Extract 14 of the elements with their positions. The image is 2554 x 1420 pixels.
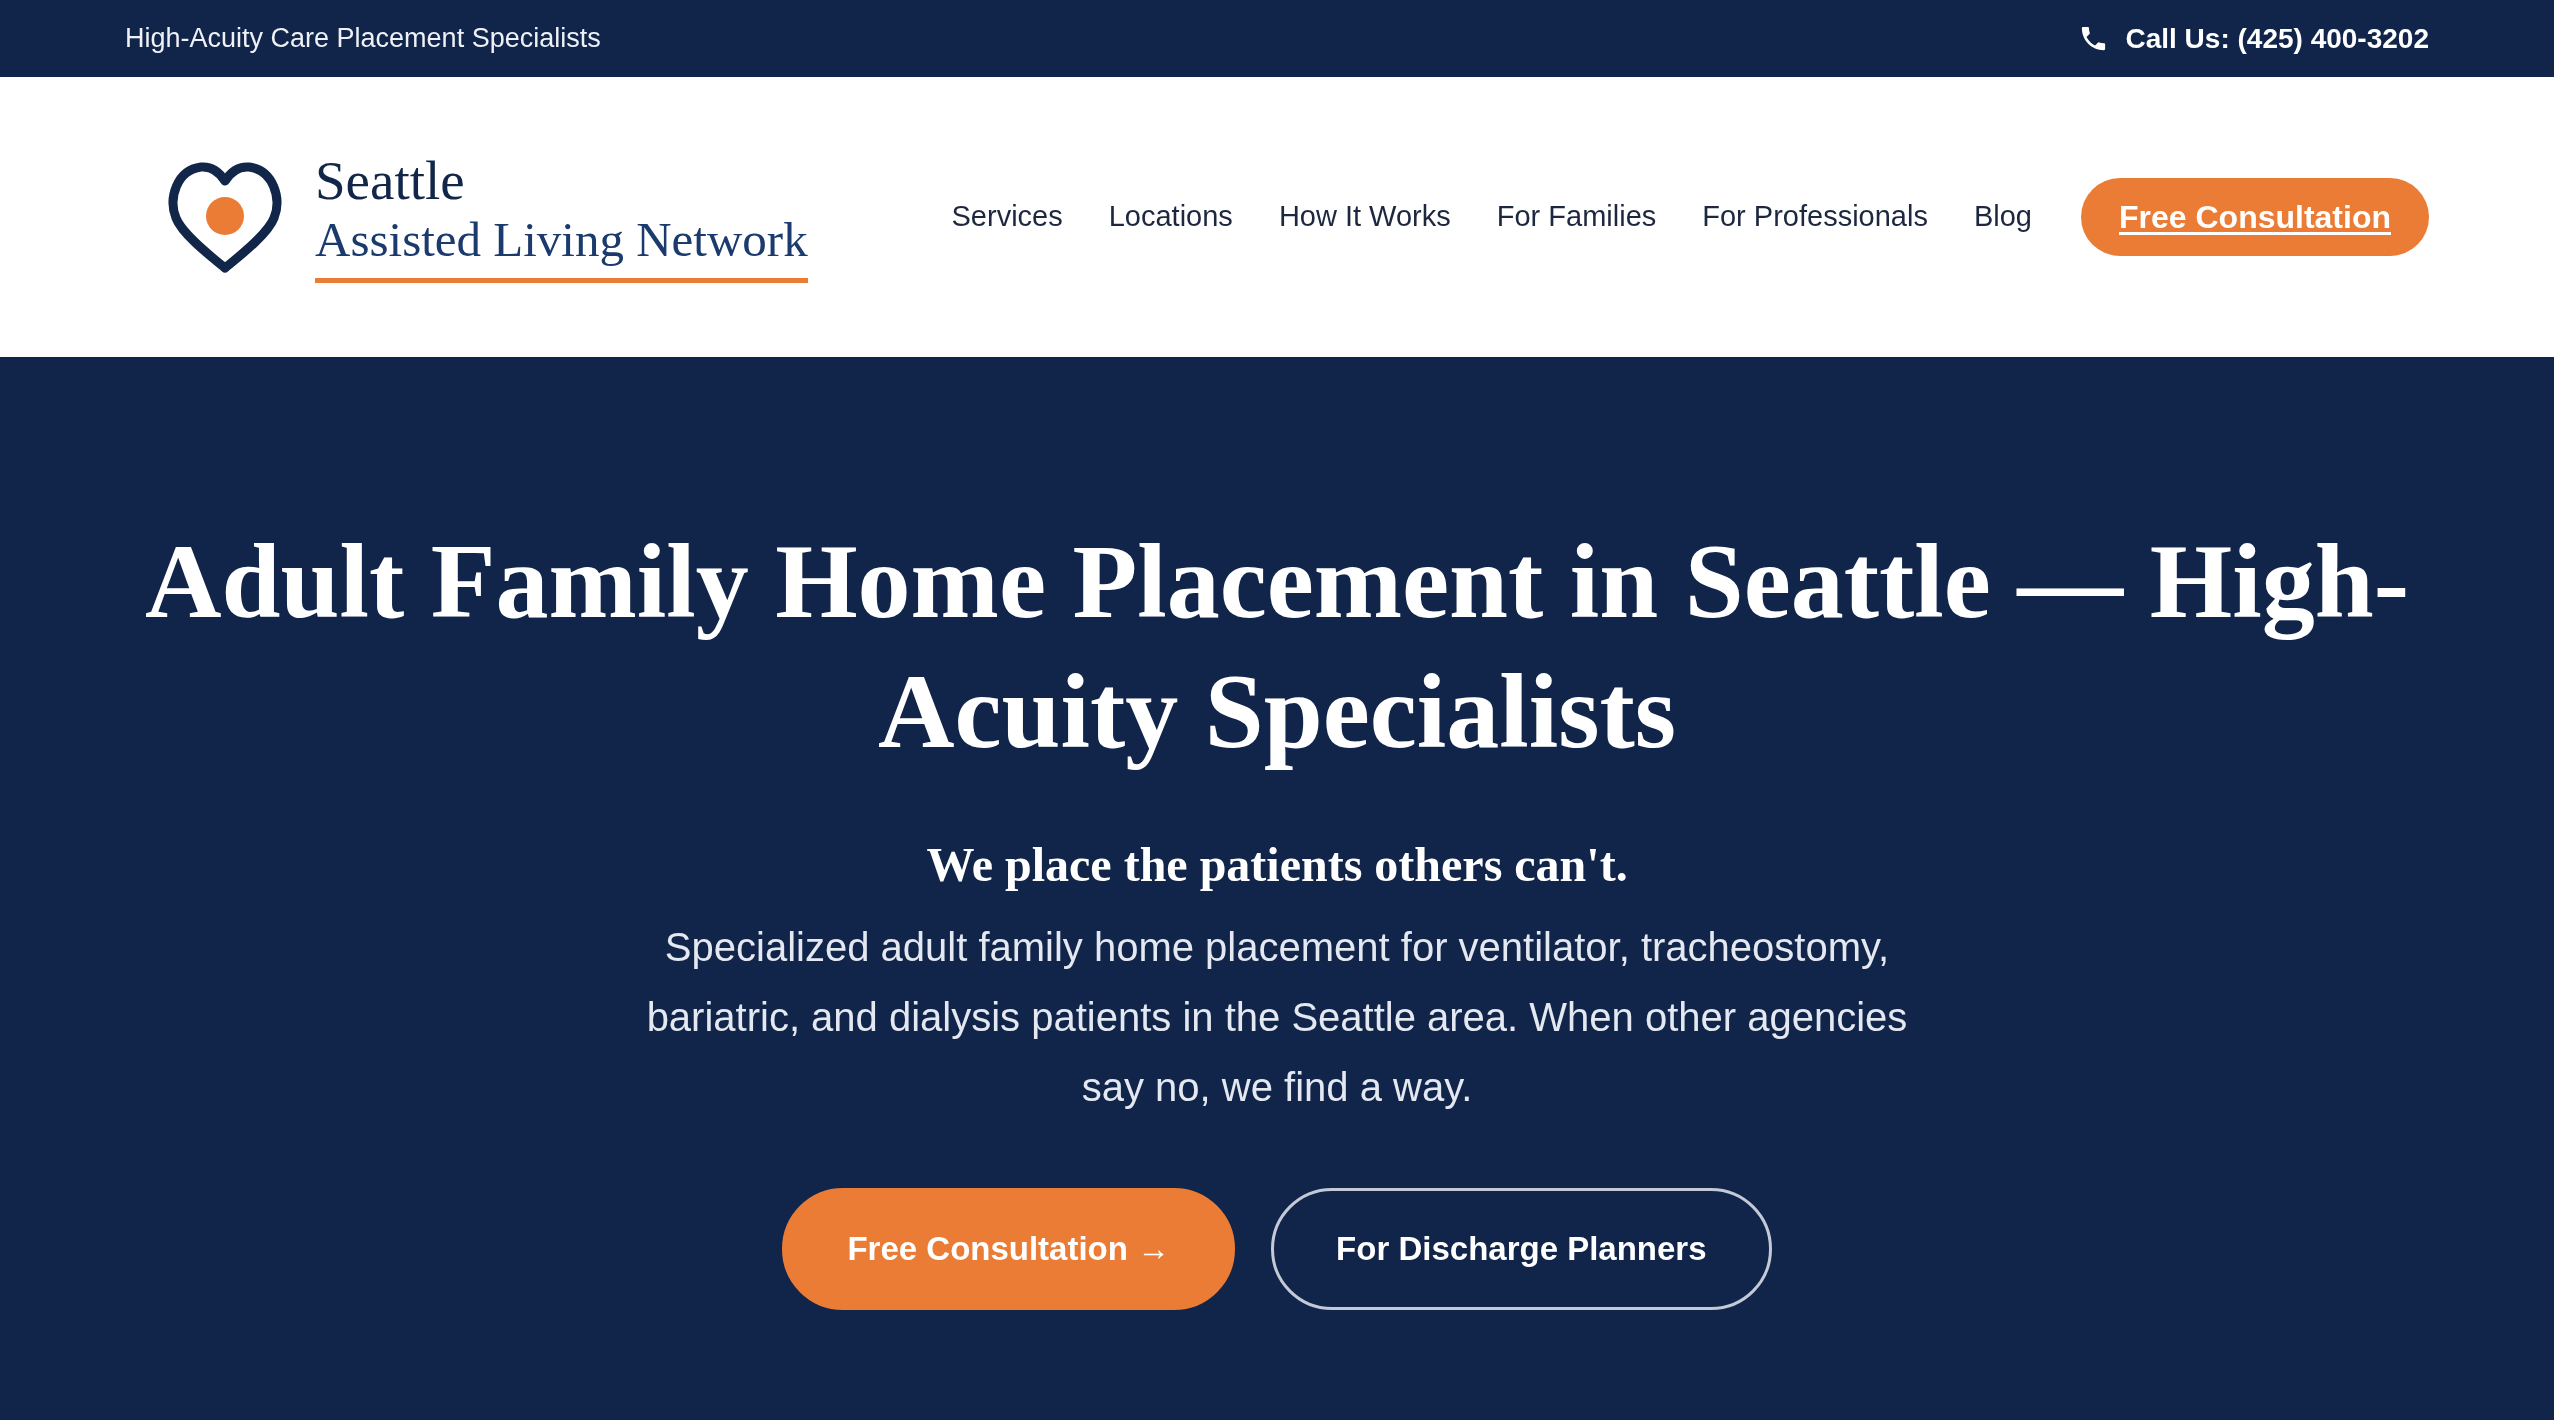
logo-subtitle: Assisted Living Network xyxy=(315,211,808,284)
nav-link[interactable]: Blog xyxy=(1973,195,2032,239)
hero-heading: Adult Family Home Placement in Seattle — High-Acuity Specialists xyxy=(144,522,2410,772)
phone-link[interactable]: Call Us: (425) 400-3202 xyxy=(2125,17,2429,60)
nav-link[interactable]: Locations xyxy=(1108,195,1233,239)
nav-link[interactable]: Services xyxy=(951,195,1063,239)
hero-tagline: We place the patients others can't. xyxy=(925,837,1629,893)
nav-link[interactable]: How It Works xyxy=(1278,195,1451,239)
logo-title: Seattle xyxy=(315,150,465,212)
top-bar-tagline: High-Acuity Care Placement Specialists xyxy=(125,22,601,56)
discharge-planners-button[interactable]: For Discharge Planners xyxy=(1271,1188,1772,1310)
hero-description: Specialized adult family home placement for ventilator, tracheostomy, bariatric, and dialysis patients in the Seattle area. When other agencies say no, we find a way. xyxy=(645,924,1909,1112)
nav-link[interactable]: For Families xyxy=(1496,195,1657,239)
nav-link[interactable]: For Professionals xyxy=(1702,195,1928,239)
